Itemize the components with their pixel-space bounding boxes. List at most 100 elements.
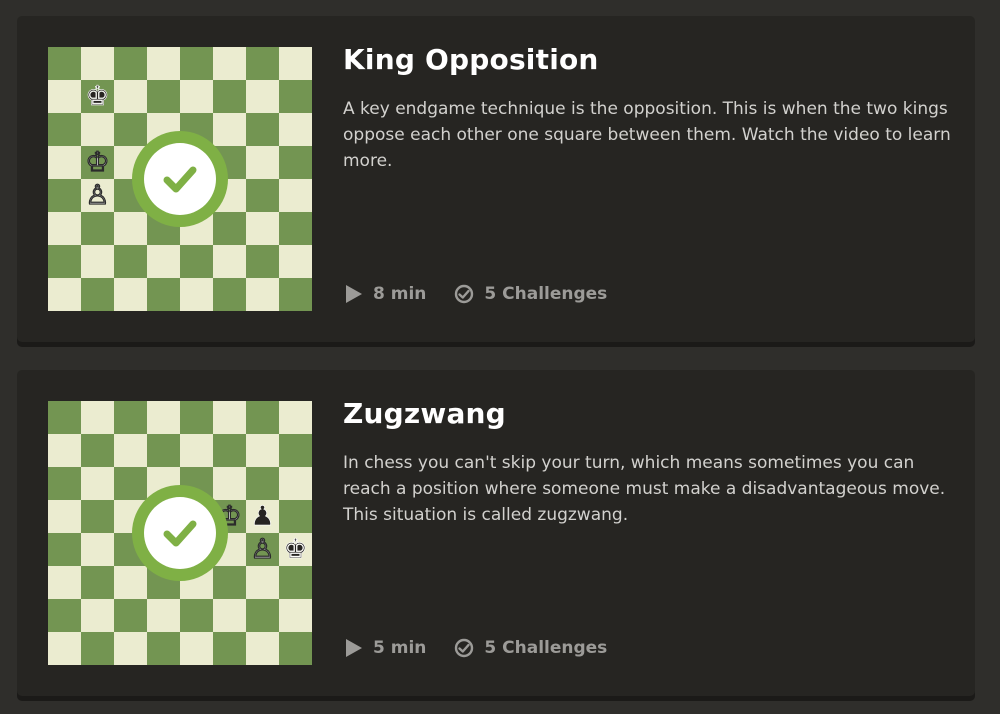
board-square-g2: [246, 245, 279, 278]
board-square-h2: [279, 599, 312, 632]
board-square-h6: [279, 113, 312, 146]
board-square-a5: [48, 146, 81, 179]
board-square-g2: [246, 599, 279, 632]
board-square-f7: [213, 80, 246, 113]
board-square-b1: [81, 278, 114, 311]
board-square-g6: [246, 467, 279, 500]
board-square-h8: [279, 47, 312, 80]
board-square-a8: [48, 47, 81, 80]
board-square-g4: [246, 179, 279, 212]
board-square-h3: [279, 566, 312, 599]
board-square-g8: [246, 401, 279, 434]
board-square-h2: [279, 245, 312, 278]
black-king-icon: ♚: [81, 80, 114, 113]
board-square-c1: [114, 632, 147, 665]
board-square-a6: [48, 467, 81, 500]
board-square-e1: [180, 632, 213, 665]
board-square-f8: [213, 401, 246, 434]
lesson-card[interactable]: ♚ ♔ ♙ King Opposition A key endgame techni…: [17, 16, 975, 342]
board-square-a3: [48, 212, 81, 245]
board-square-f7: [213, 434, 246, 467]
board-square-f1: [213, 278, 246, 311]
lesson-card[interactable]: ♔ ♟ ♙ ♚ Zugzwang In chess you can't skip yo…: [17, 370, 975, 696]
lesson-title[interactable]: Zugzwang: [343, 397, 506, 430]
board-square-b4: [81, 533, 114, 566]
board-square-d8: [147, 47, 180, 80]
check-circle-icon: [455, 638, 474, 658]
board-square-e2: [180, 245, 213, 278]
board-square-b8: [81, 47, 114, 80]
challenges: 5 Challenges: [454, 638, 607, 658]
board-square-g8: [246, 47, 279, 80]
board-square-b2: [81, 599, 114, 632]
board-square-d1: [147, 632, 180, 665]
board-square-a1: [48, 278, 81, 311]
board-square-c1: [114, 278, 147, 311]
board-square-e2: [180, 599, 213, 632]
board-square-f3: [213, 566, 246, 599]
board-square-b8: [81, 401, 114, 434]
board-square-d7: [147, 434, 180, 467]
board-square-e8: [180, 401, 213, 434]
board-square-c6: [114, 113, 147, 146]
board-square-c8: [114, 401, 147, 434]
board-square-c8: [114, 47, 147, 80]
board-square-c7: [114, 434, 147, 467]
check-circle-icon: [455, 284, 474, 304]
board-square-g6: [246, 113, 279, 146]
board-square-g1: [246, 632, 279, 665]
lesson-description: In chess you can't skip your turn, which…: [343, 453, 946, 525]
board-square-h8: [279, 401, 312, 434]
board-square-f6: [213, 113, 246, 146]
board-square-g3: [246, 566, 279, 599]
duration-text: 5 min: [373, 638, 427, 658]
board-square-h3: [279, 212, 312, 245]
board-square-e7: [180, 434, 213, 467]
board-square-d8: [147, 401, 180, 434]
board-square-a6: [48, 113, 81, 146]
board-square-b1: [81, 632, 114, 665]
lesson-title[interactable]: King Opposition: [343, 43, 599, 76]
lesson-meta: 5 min 5 Challenges: [345, 638, 607, 658]
board-square-b6: [81, 113, 114, 146]
board-square-a3: [48, 566, 81, 599]
board-square-g3: [246, 212, 279, 245]
board-square-b3: [81, 566, 114, 599]
board-square-a2: [48, 245, 81, 278]
board-square-f1: [213, 632, 246, 665]
white-king-icon: ♔: [81, 146, 114, 179]
board-square-b3: [81, 212, 114, 245]
board-square-c3: [114, 566, 147, 599]
board-square-a8: [48, 401, 81, 434]
board-square-a7: [48, 80, 81, 113]
board-square-h7: [279, 434, 312, 467]
lesson-description: A key endgame technique is the oppositio…: [343, 99, 951, 171]
board-square-e8: [180, 47, 213, 80]
board-square-d2: [147, 245, 180, 278]
board-square-h5: [279, 146, 312, 179]
board-square-f3: [213, 212, 246, 245]
board-square-b5: [81, 500, 114, 533]
completed-badge: [132, 485, 228, 581]
checkmark-icon: [163, 520, 197, 547]
board-square-b7: [81, 434, 114, 467]
duration: 5 min: [345, 638, 426, 658]
board-square-g1: [246, 278, 279, 311]
white-pawn-icon: ♙: [246, 533, 279, 566]
play-icon: [346, 285, 362, 303]
board-square-c6: [114, 467, 147, 500]
white-pawn-icon: ♙: [81, 179, 114, 212]
board-square-f2: [213, 599, 246, 632]
board-square-a4: [48, 533, 81, 566]
board-square-e1: [180, 278, 213, 311]
board-square-h1: [279, 278, 312, 311]
challenges: 5 Challenges: [454, 284, 607, 304]
board-square-g7: [246, 80, 279, 113]
board-square-a2: [48, 599, 81, 632]
board-square-f8: [213, 47, 246, 80]
board-square-h5: [279, 500, 312, 533]
board-square-h7: [279, 80, 312, 113]
challenges-text: 5 Challenges: [484, 284, 608, 304]
board-square-d1: [147, 278, 180, 311]
board-square-f2: [213, 245, 246, 278]
